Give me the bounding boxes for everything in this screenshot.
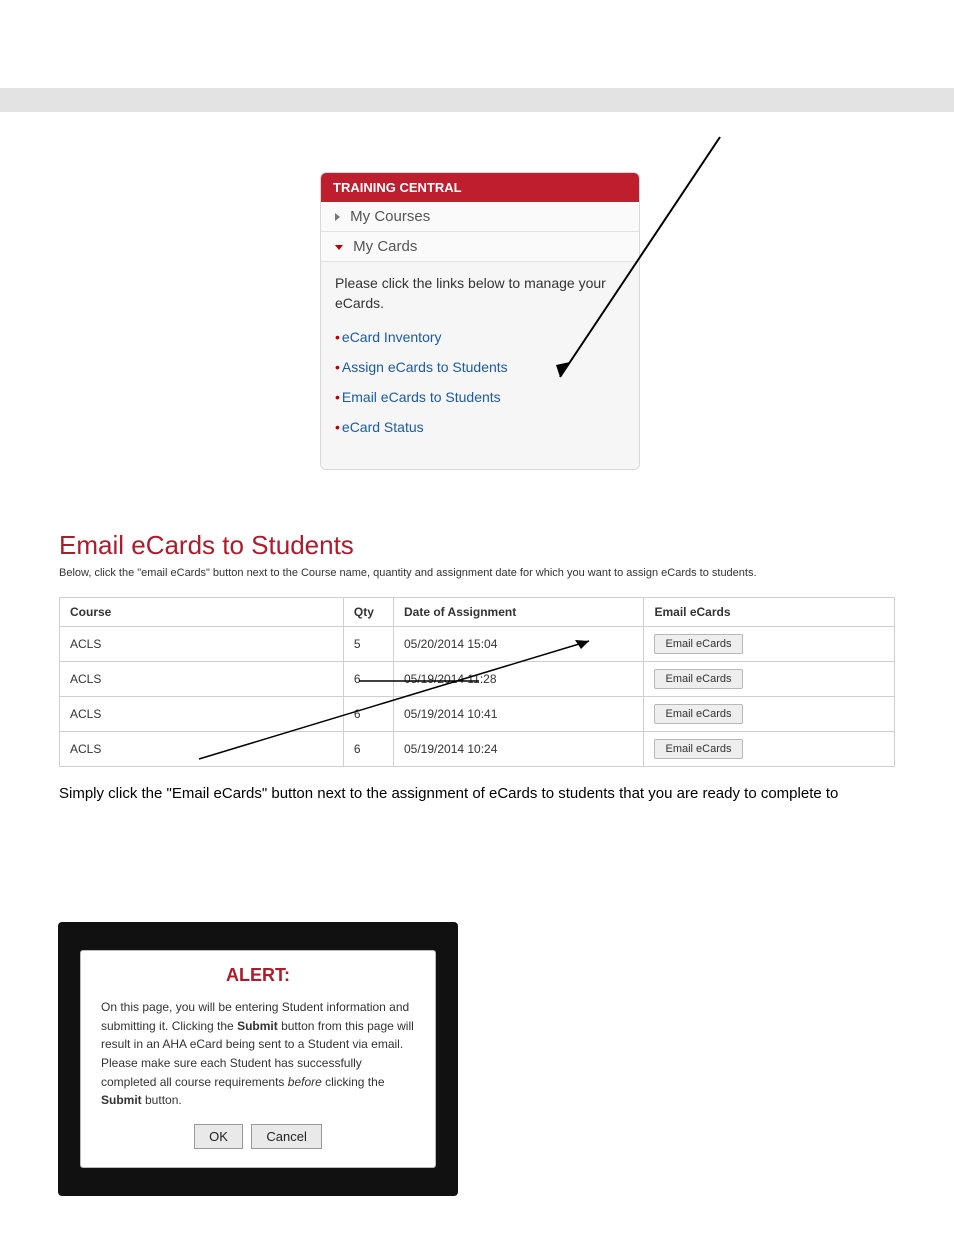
cell-course: ACLS — [60, 732, 344, 767]
alert-bold: Submit — [101, 1093, 142, 1107]
alert-title: ALERT: — [101, 965, 415, 986]
alert-modal: ALERT: On this page, you will be enterin… — [80, 950, 436, 1168]
email-ecards-button[interactable]: Email eCards — [654, 704, 742, 724]
alert-bold: Submit — [237, 1019, 278, 1033]
table-row: ACLS 5 05/20/2014 15:04 Email eCards — [60, 627, 895, 662]
ecards-table: Course Qty Date of Assignment Email eCar… — [59, 597, 895, 767]
th-qty: Qty — [343, 598, 393, 627]
cell-date: 05/20/2014 15:04 — [393, 627, 644, 662]
th-email: Email eCards — [644, 598, 895, 627]
email-ecards-button[interactable]: Email eCards — [654, 669, 742, 689]
training-central-panel: TRAINING CENTRAL My Courses My Cards Ple… — [320, 172, 640, 470]
link-ecard-inventory[interactable]: eCard Inventory — [335, 329, 625, 345]
email-ecards-button[interactable]: Email eCards — [654, 634, 742, 654]
table-row: ACLS 6 05/19/2014 10:24 Email eCards — [60, 732, 895, 767]
nav-label: My Cards — [353, 238, 417, 255]
cell-course: ACLS — [60, 697, 344, 732]
cell-qty: 6 — [343, 662, 393, 697]
cell-qty: 5 — [343, 627, 393, 662]
alert-text: clicking the — [322, 1075, 385, 1089]
nav-my-courses[interactable]: My Courses — [321, 202, 639, 232]
cell-course: ACLS — [60, 662, 344, 697]
cell-date: 05/19/2014 10:24 — [393, 732, 644, 767]
chevron-down-icon — [335, 245, 343, 250]
table-row: ACLS 6 05/19/2014 10:41 Email eCards — [60, 697, 895, 732]
section-desc: Below, click the "email eCards" button n… — [59, 567, 895, 579]
alert-modal-backdrop: ALERT: On this page, you will be enterin… — [58, 922, 458, 1196]
cell-date: 05/19/2014 11:28 — [393, 662, 644, 697]
grey-band — [0, 88, 954, 112]
explain-text: Simply click the "Email eCards" button n… — [59, 785, 895, 802]
alert-italic: before — [288, 1075, 322, 1089]
cancel-button[interactable]: Cancel — [251, 1124, 321, 1149]
email-ecards-button[interactable]: Email eCards — [654, 739, 742, 759]
cell-qty: 6 — [343, 697, 393, 732]
th-course: Course — [60, 598, 344, 627]
ok-button[interactable]: OK — [194, 1124, 243, 1149]
panel-desc: Please click the links below to manage y… — [335, 274, 625, 313]
link-ecard-status[interactable]: eCard Status — [335, 419, 625, 435]
cell-qty: 6 — [343, 732, 393, 767]
chevron-right-icon — [335, 213, 340, 221]
section-title: Email eCards to Students — [59, 530, 895, 561]
alert-text: button. — [142, 1093, 182, 1107]
alert-body: On this page, you will be entering Stude… — [101, 998, 415, 1110]
cell-date: 05/19/2014 10:41 — [393, 697, 644, 732]
table-row: ACLS 6 05/19/2014 11:28 Email eCards — [60, 662, 895, 697]
cell-course: ACLS — [60, 627, 344, 662]
link-assign-ecards[interactable]: Assign eCards to Students — [335, 359, 625, 375]
th-date: Date of Assignment — [393, 598, 644, 627]
link-email-ecards[interactable]: Email eCards to Students — [335, 389, 625, 405]
panel-header: TRAINING CENTRAL — [321, 173, 639, 202]
nav-label: My Courses — [350, 208, 430, 225]
nav-my-cards[interactable]: My Cards — [321, 232, 639, 262]
